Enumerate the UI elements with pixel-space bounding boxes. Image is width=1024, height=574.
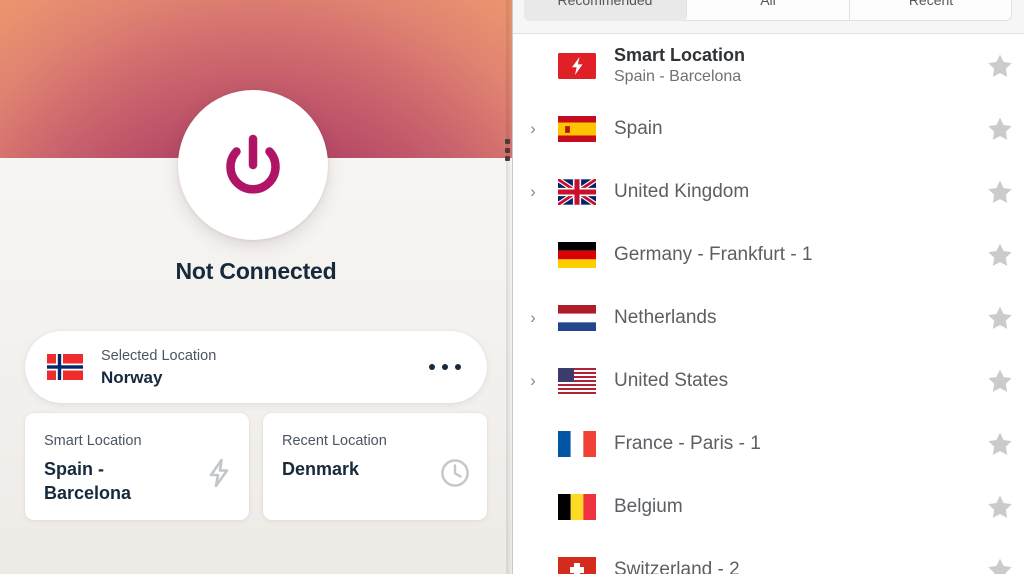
location-picker-panel: Recommended All Recent › Smart Location … [512, 0, 1024, 574]
connection-status-text: Not Connected [175, 258, 337, 284]
dot [505, 156, 510, 161]
flag-spain-icon [558, 115, 596, 142]
star-icon[interactable] [976, 368, 1024, 394]
lightning-bolt-icon [206, 458, 232, 493]
list-item[interactable]: › Germany - Frankfurt - 1 [512, 223, 1024, 286]
dot [505, 139, 510, 144]
flag-united-states-icon [558, 367, 596, 394]
list-item-texts: France - Paris - 1 [614, 432, 976, 456]
list-item-title: Switzerland - 2 [614, 558, 740, 574]
more-options-icon[interactable] [428, 355, 462, 379]
recent-location-card[interactable]: Recent Location Denmark [263, 413, 487, 520]
flag-united-kingdom-icon [556, 176, 598, 207]
list-item-title: Smart Location [614, 44, 746, 65]
list-item-title: Belgium [614, 495, 683, 517]
flag-netherlands-icon [558, 304, 596, 331]
app-root: Not Connected Selected Location Norway S… [0, 0, 1024, 574]
recent-location-label: Recent Location [282, 433, 387, 449]
list-item[interactable]: › United States [512, 349, 1024, 412]
power-icon [211, 123, 295, 207]
star-icon[interactable] [976, 431, 1024, 457]
list-item[interactable]: › Switzerland - 2 [512, 538, 1024, 574]
dot [429, 364, 435, 370]
star-icon[interactable] [976, 557, 1024, 574]
smart-location-card[interactable]: Smart Location Spain - Barcelona [25, 413, 249, 520]
flag-germany-icon [558, 241, 596, 268]
flag-france-icon [558, 430, 596, 457]
panel-resize-handle[interactable] [504, 137, 511, 163]
panel-divider [512, 0, 513, 574]
star-icon[interactable] [976, 242, 1024, 268]
selected-location-value: Norway [101, 367, 163, 387]
list-item-texts: Spain [614, 117, 976, 141]
list-item-title: Spain [614, 117, 663, 139]
list-item-title: France - Paris - 1 [614, 432, 761, 454]
recent-location-value: Denmark [282, 459, 360, 479]
smart-location-label: Smart Location [44, 433, 142, 449]
dot [455, 364, 461, 370]
smart-location-value: Spain - Barcelona [44, 459, 132, 503]
star-icon[interactable] [976, 494, 1024, 520]
location-tabbar: Recommended All Recent [512, 0, 1024, 24]
selected-location-card[interactable]: Selected Location Norway [25, 331, 487, 403]
list-item-texts: Belgium [614, 495, 976, 519]
power-button[interactable] [178, 90, 328, 240]
flag-belgium-icon [558, 493, 596, 520]
quick-location-cards: Smart Location Spain - Barcelona Recent … [25, 413, 487, 520]
tabbar-underlay [512, 24, 1024, 33]
star-icon[interactable] [976, 179, 1024, 205]
chevron-right-icon[interactable]: › [520, 309, 546, 326]
chevron-right-icon[interactable]: › [520, 183, 546, 200]
list-item-title: United States [614, 369, 729, 391]
flag-norway-icon [47, 354, 83, 380]
dot [505, 147, 510, 153]
flag-switzerland-icon [558, 556, 596, 574]
list-item[interactable]: › France - Paris - 1 [512, 412, 1024, 475]
list-item-texts: Switzerland - 2 [614, 558, 976, 574]
tab-recent[interactable]: Recent [850, 0, 1012, 21]
list-item[interactable]: › Smart Location Spain - Barcelona [512, 34, 1024, 97]
dot [442, 364, 448, 370]
star-icon[interactable] [976, 53, 1024, 79]
star-icon[interactable] [976, 305, 1024, 331]
list-item[interactable]: › United Kingdom [512, 160, 1024, 223]
list-item[interactable]: › Belgium [512, 475, 1024, 538]
selected-location-texts: Selected Location Norway [101, 346, 428, 389]
tab-recommended[interactable]: Recommended [524, 0, 687, 21]
vpn-main-panel: Not Connected Selected Location Norway S… [0, 0, 512, 574]
list-item-title: United Kingdom [614, 180, 750, 202]
power-button-wrap [178, 90, 328, 240]
chevron-right-icon[interactable]: › [520, 372, 546, 389]
star-icon[interactable] [976, 116, 1024, 142]
list-item-title: Germany - Frankfurt - 1 [614, 243, 813, 265]
list-item-subtitle: Spain - Barcelona [614, 67, 742, 85]
list-item-texts: United Kingdom [614, 180, 976, 204]
tab-all[interactable]: All [687, 0, 850, 21]
list-item-title: Netherlands [614, 306, 717, 328]
selected-location-label: Selected Location [101, 347, 217, 364]
list-item-texts: Smart Location Spain - Barcelona [614, 45, 976, 87]
chevron-right-icon[interactable]: › [520, 120, 546, 137]
list-item[interactable]: › Netherlands [512, 286, 1024, 349]
list-item[interactable]: › Spain [512, 97, 1024, 160]
clock-icon [440, 458, 470, 493]
location-list[interactable]: › Smart Location Spain - Barcelona › [512, 34, 1024, 574]
list-item-texts: Germany - Frankfurt - 1 [614, 243, 976, 267]
list-item-texts: Netherlands [614, 306, 976, 330]
smart-location-badge-icon [558, 52, 596, 79]
list-item-texts: United States [614, 369, 976, 393]
